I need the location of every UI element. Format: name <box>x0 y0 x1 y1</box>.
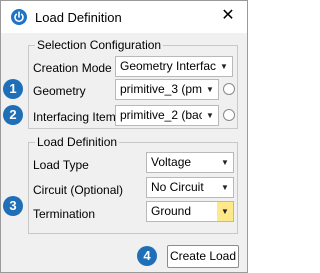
load-type-value: Voltage <box>151 155 192 169</box>
step-badge-3: 3 <box>3 196 23 216</box>
load-definition-dialog: Load Definition ✕ Selection Configuratio… <box>0 0 248 273</box>
interfacing-item-label: Interfacing Item <box>33 110 116 124</box>
selection-group-title: Selection Configuration <box>35 38 164 52</box>
termination-label: Termination <box>33 207 96 221</box>
window-title: Load Definition <box>35 10 122 25</box>
termination-value: Ground <box>151 204 192 218</box>
interfacing-item-pick-radio[interactable] <box>223 109 235 121</box>
termination-dropdown[interactable]: Ground ▼ <box>146 201 234 222</box>
interfacing-item-value: primitive_2 (back <box>120 108 211 122</box>
chevron-down-icon: ▼ <box>217 153 233 172</box>
interfacing-item-dropdown[interactable]: primitive_2 (back ▼ <box>115 105 219 126</box>
creation-mode-dropdown[interactable]: Geometry Interface ▼ <box>115 56 233 77</box>
geometry-label: Geometry <box>33 84 86 98</box>
chevron-down-icon: ▼ <box>216 57 232 76</box>
step-badge-1: 1 <box>3 79 23 99</box>
geometry-dropdown[interactable]: primitive_3 (pmt3 ▼ <box>115 79 219 100</box>
circuit-dropdown[interactable]: No Circuit ▼ <box>146 177 234 198</box>
load-group-title: Load Definition <box>35 135 120 149</box>
circuit-label: Circuit (Optional) <box>33 183 124 197</box>
chevron-down-icon: ▼ <box>202 106 218 125</box>
create-load-button[interactable]: Create Load <box>167 245 239 268</box>
creation-mode-label: Creation Mode <box>33 61 112 75</box>
chevron-down-icon: ▼ <box>217 178 233 197</box>
step-badge-4: 4 <box>137 246 157 266</box>
chevron-down-icon: ▼ <box>202 80 218 99</box>
title-bar: Load Definition ✕ <box>1 1 247 33</box>
close-icon[interactable]: ✕ <box>219 7 237 25</box>
chevron-down-icon: ▼ <box>217 202 233 221</box>
creation-mode-value: Geometry Interface <box>120 59 223 73</box>
geometry-value: primitive_3 (pmt3 <box>120 82 213 96</box>
circuit-value: No Circuit <box>151 180 204 194</box>
step-badge-2: 2 <box>3 105 23 125</box>
geometry-pick-radio[interactable] <box>223 83 235 95</box>
load-type-dropdown[interactable]: Voltage ▼ <box>146 152 234 173</box>
load-type-label: Load Type <box>33 158 89 172</box>
power-icon <box>11 9 27 25</box>
